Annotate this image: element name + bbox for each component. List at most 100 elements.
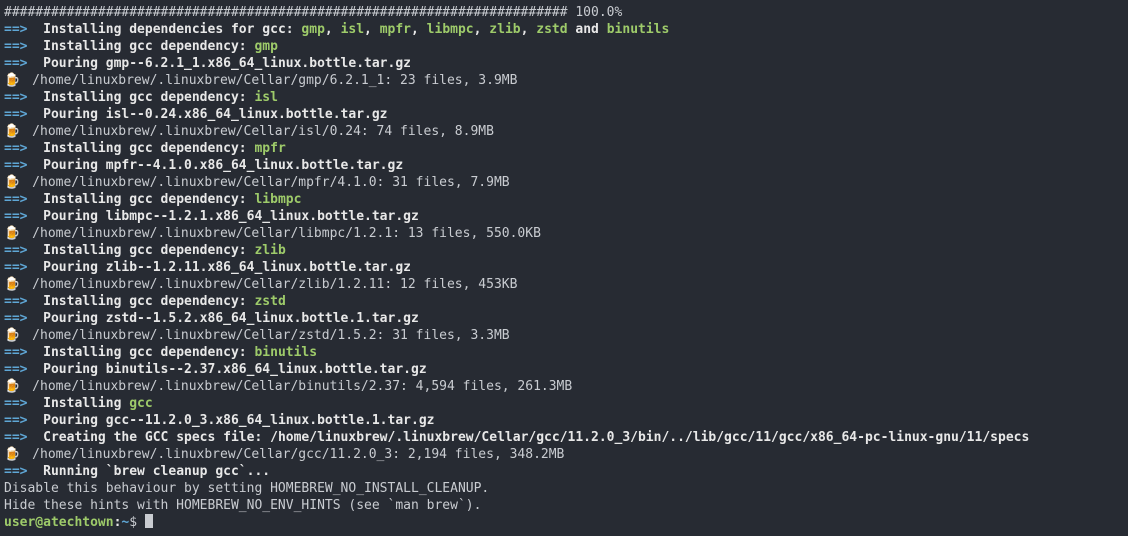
beer-icon: 🍺 — [4, 225, 17, 242]
arrow-icon: ==> — [4, 243, 27, 258]
arrow-icon: ==> — [4, 294, 27, 309]
install-dep-prefix: Installing gcc dependency: — [43, 192, 254, 207]
pour-text: Pouring libmpc--1.2.1.x86_64_linux.bottl… — [43, 209, 419, 224]
prompt-dollar: $ — [129, 515, 145, 530]
cellar-text: /home/linuxbrew/.linuxbrew/Cellar/zstd/1… — [32, 328, 509, 343]
install-dep-line: ==> Installing gcc dependency: mpfr — [4, 140, 1124, 157]
install-dep-line: ==> Installing gcc dependency: gmp — [4, 38, 1124, 55]
dep-name: zstd — [254, 294, 285, 309]
dep-name: zlib — [489, 22, 520, 37]
install-dep-prefix: Installing gcc dependency: — [43, 243, 254, 258]
progress-line: ########################################… — [4, 4, 1124, 21]
dep-name: mpfr — [380, 22, 411, 37]
cellar-line: 🍺 /home/linuxbrew/.linuxbrew/Cellar/gmp/… — [4, 72, 1124, 89]
progress-percent: 100.0% — [575, 5, 622, 20]
cleanup-text: Running `brew cleanup gcc`... — [43, 464, 270, 479]
pour-line: ==> Pouring binutils--2.37.x86_64_linux.… — [4, 361, 1124, 378]
cellar-line: 🍺 /home/linuxbrew/.linuxbrew/Cellar/gcc/… — [4, 446, 1124, 463]
specs-text: Creating the GCC specs file: /home/linux… — [43, 430, 1029, 445]
dep-name: libmpc — [254, 192, 301, 207]
cellar-line: 🍺 /home/linuxbrew/.linuxbrew/Cellar/zlib… — [4, 276, 1124, 293]
dep-name: binutils — [254, 345, 317, 360]
arrow-icon: ==> — [4, 260, 27, 275]
arrow-icon: ==> — [4, 107, 27, 122]
pour-text: Pouring zstd--1.5.2.x86_64_linux.bottle.… — [43, 311, 419, 326]
install-dep-prefix: Installing gcc dependency: — [43, 39, 254, 54]
cellar-line: 🍺 /home/linuxbrew/.linuxbrew/Cellar/mpfr… — [4, 174, 1124, 191]
cursor[interactable] — [145, 514, 153, 528]
cellar-line: 🍺 /home/linuxbrew/.linuxbrew/Cellar/binu… — [4, 378, 1124, 395]
arrow-icon: ==> — [4, 209, 27, 224]
install-dep-prefix: Installing gcc dependency: — [43, 141, 254, 156]
install-dep-line: ==> Installing gcc dependency: binutils — [4, 344, 1124, 361]
pour-line: ==> Pouring gcc--11.2.0_3.x86_64_linux.b… — [4, 412, 1124, 429]
prompt-user: user@atechtown — [4, 515, 114, 530]
beer-icon: 🍺 — [4, 327, 17, 344]
progress-bar: ########################################… — [4, 5, 575, 20]
cleanup-line: ==> Running `brew cleanup gcc`... — [4, 463, 1124, 480]
arrow-icon: ==> — [4, 396, 27, 411]
cellar-text: /home/linuxbrew/.linuxbrew/Cellar/binuti… — [32, 379, 572, 394]
install-dep-line: ==> Installing gcc dependency: zlib — [4, 242, 1124, 259]
hint-line: Disable this behaviour by setting HOMEBR… — [4, 480, 1124, 497]
arrow-icon: ==> — [4, 141, 27, 156]
install-dep-prefix: Installing gcc dependency: — [43, 90, 254, 105]
install-dep-prefix: Installing gcc dependency: — [43, 294, 254, 309]
hint-text: Disable this behaviour by setting HOMEBR… — [4, 481, 489, 496]
cellar-text: /home/linuxbrew/.linuxbrew/Cellar/gcc/11… — [32, 447, 564, 462]
deps-header-prefix: Installing dependencies for gcc: — [43, 22, 301, 37]
install-dep-line: ==> Installing gcc dependency: zstd — [4, 293, 1124, 310]
prompt-line[interactable]: user@atechtown:~$ — [4, 514, 1124, 531]
dep-name: binutils — [607, 22, 670, 37]
pour-line: ==> Pouring zlib--1.2.11.x86_64_linux.bo… — [4, 259, 1124, 276]
arrow-icon: ==> — [4, 56, 27, 71]
arrow-icon: ==> — [4, 362, 27, 377]
arrow-icon: ==> — [4, 192, 27, 207]
arrow-icon: ==> — [4, 413, 27, 428]
arrow-icon: ==> — [4, 158, 27, 173]
pour-text: Pouring zlib--1.2.11.x86_64_linux.bottle… — [43, 260, 411, 275]
install-prefix: Installing — [43, 396, 129, 411]
beer-icon: 🍺 — [4, 174, 17, 191]
pour-text: Pouring mpfr--4.1.0.x86_64_linux.bottle.… — [43, 158, 403, 173]
dep-name: zlib — [254, 243, 285, 258]
pour-line: ==> Pouring mpfr--4.1.0.x86_64_linux.bot… — [4, 157, 1124, 174]
cellar-line: 🍺 /home/linuxbrew/.linuxbrew/Cellar/zstd… — [4, 327, 1124, 344]
pour-text: Pouring gmp--6.2.1_1.x86_64_linux.bottle… — [43, 56, 411, 71]
cellar-text: /home/linuxbrew/.linuxbrew/Cellar/libmpc… — [32, 226, 541, 241]
arrow-icon: ==> — [4, 464, 27, 479]
pour-line: ==> Pouring gmp--6.2.1_1.x86_64_linux.bo… — [4, 55, 1124, 72]
pour-line: ==> Pouring libmpc--1.2.1.x86_64_linux.b… — [4, 208, 1124, 225]
pour-text: Pouring binutils--2.37.x86_64_linux.bott… — [43, 362, 427, 377]
install-dep-line: ==> Installing gcc dependency: libmpc — [4, 191, 1124, 208]
install-dep-line: ==> Installing gcc dependency: isl — [4, 89, 1124, 106]
terminal-output[interactable]: ########################################… — [0, 0, 1128, 535]
beer-icon: 🍺 — [4, 72, 17, 89]
pour-line: ==> Pouring isl--0.24.x86_64_linux.bottl… — [4, 106, 1124, 123]
cellar-text: /home/linuxbrew/.linuxbrew/Cellar/mpfr/4… — [32, 175, 509, 190]
beer-icon: 🍺 — [4, 446, 17, 463]
install-gcc-line: ==> Installing gcc — [4, 395, 1124, 412]
arrow-icon: ==> — [4, 430, 27, 445]
cellar-line: 🍺 /home/linuxbrew/.linuxbrew/Cellar/libm… — [4, 225, 1124, 242]
hint-line: Hide these hints with HOMEBREW_NO_ENV_HI… — [4, 497, 1124, 514]
dep-name: libmpc — [427, 22, 474, 37]
arrow-icon: ==> — [4, 345, 27, 360]
arrow-icon: ==> — [4, 22, 27, 37]
dep-name: gmp — [254, 39, 277, 54]
pour-line: ==> Pouring zstd--1.5.2.x86_64_linux.bot… — [4, 310, 1124, 327]
arrow-icon: ==> — [4, 311, 27, 326]
deps-header-line: ==> Installing dependencies for gcc: gmp… — [4, 21, 1124, 38]
arrow-icon: ==> — [4, 39, 27, 54]
cellar-text: /home/linuxbrew/.linuxbrew/Cellar/gmp/6.… — [32, 73, 517, 88]
dep-name: isl — [341, 22, 364, 37]
pkg-name: gcc — [129, 396, 152, 411]
arrow-icon: ==> — [4, 90, 27, 105]
dep-name: zstd — [536, 22, 567, 37]
install-dep-prefix: Installing gcc dependency: — [43, 345, 254, 360]
cellar-text: /home/linuxbrew/.linuxbrew/Cellar/isl/0.… — [32, 124, 494, 139]
dep-name: mpfr — [254, 141, 285, 156]
beer-icon: 🍺 — [4, 378, 17, 395]
hint-text: Hide these hints with HOMEBREW_NO_ENV_HI… — [4, 498, 481, 513]
dep-name: isl — [254, 90, 277, 105]
